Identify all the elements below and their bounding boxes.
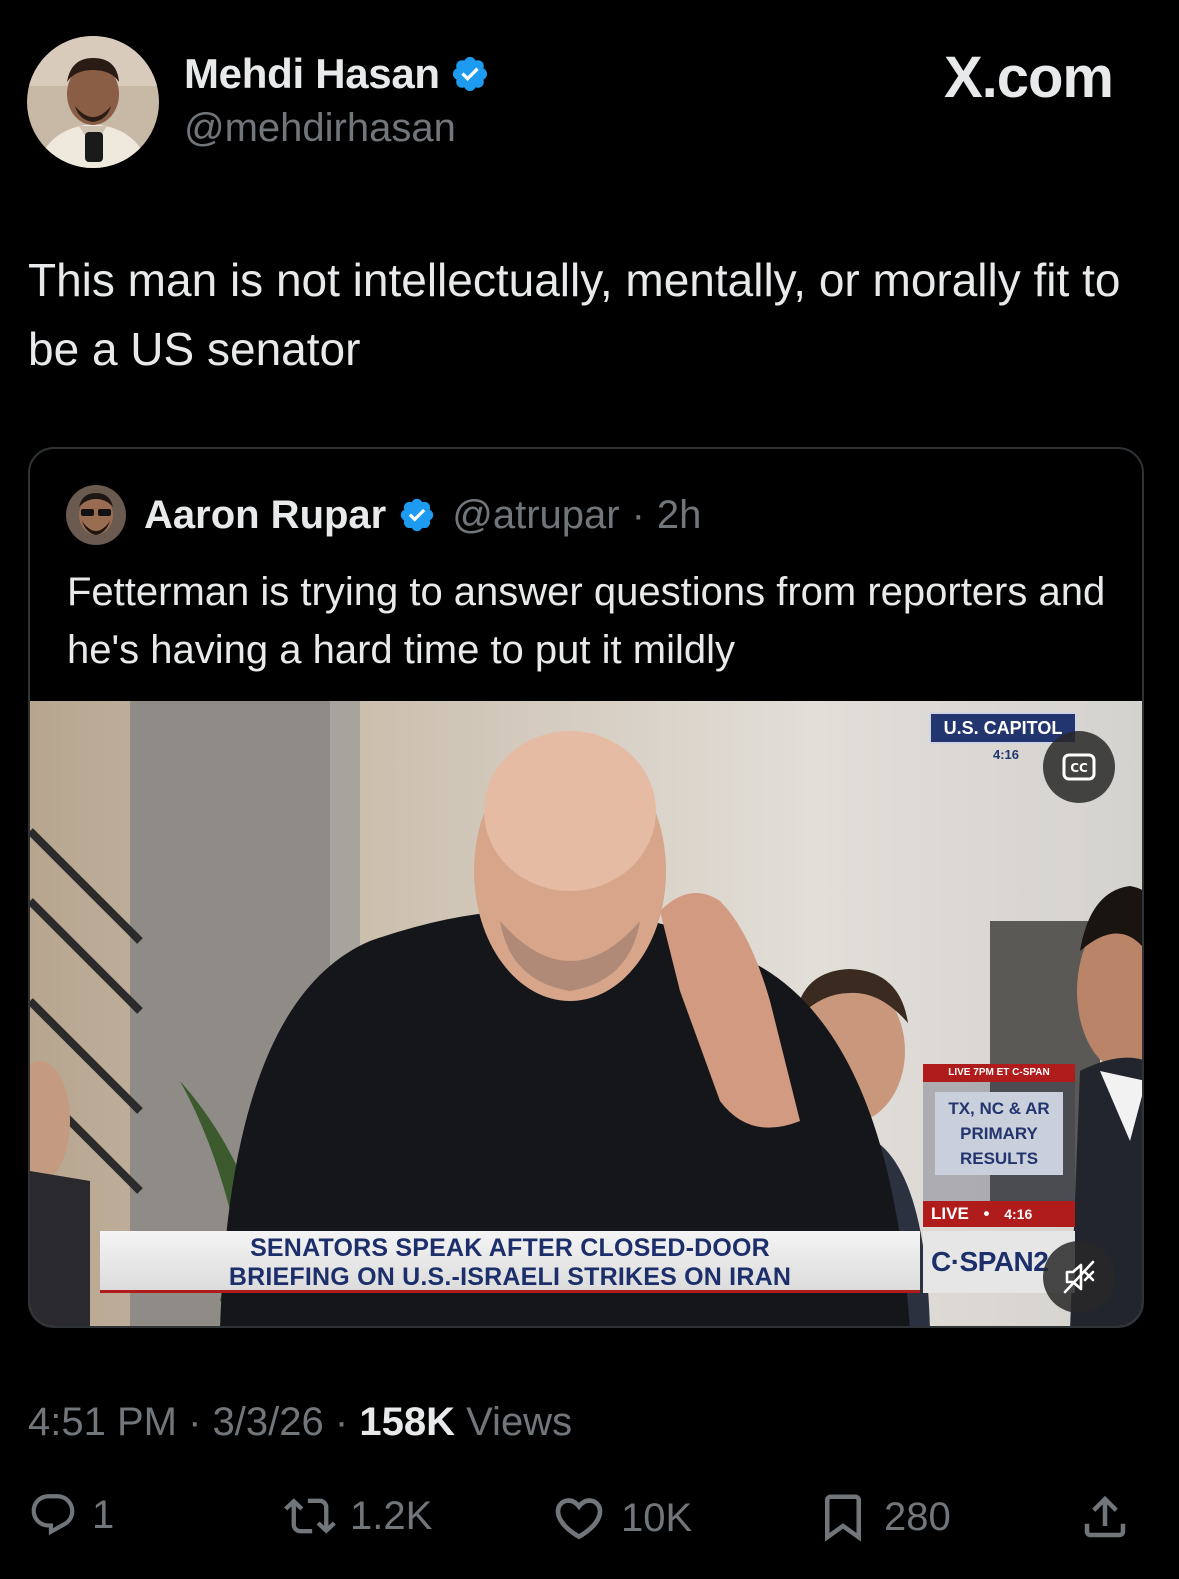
quoted-post-age[interactable]: 2h (657, 493, 702, 538)
promo-tag: LIVE 7PM ET C-SPAN (923, 1064, 1075, 1082)
repost-button[interactable]: 1.2K (284, 1490, 432, 1542)
post-date[interactable]: 3/3/26 (213, 1400, 324, 1444)
reply-count: 1 (92, 1492, 115, 1537)
views-count: 158K (359, 1400, 455, 1444)
action-bar: 1 1.2K 10K 280 (0, 1490, 1179, 1560)
verified-badge-icon (401, 498, 434, 532)
reply-button[interactable]: 1 (28, 1490, 114, 1540)
live-promo-box: LIVE 7PM ET C-SPAN TX, NC & AR PRIMARY R… (923, 1064, 1075, 1224)
bookmark-count: 280 (884, 1494, 951, 1539)
verified-badge-icon (452, 56, 487, 92)
promo-line: PRIMARY (960, 1124, 1038, 1143)
video-player[interactable]: U.S. CAPITOL 4:16 CC LIVE 7PM ET C-SPAN … (30, 701, 1142, 1326)
chyron-line: BRIEFING ON U.S.-ISRAELI STRIKES ON IRAN (228, 1263, 792, 1291)
post-page: Mehdi Hasan @mehdirhasan X.com This man … (0, 0, 1179, 1579)
meta-separator: · (631, 492, 645, 537)
like-button[interactable]: 10K (551, 1490, 692, 1546)
promo-line: TX, NC & AR (948, 1099, 1050, 1118)
share-button[interactable] (1078, 1490, 1132, 1544)
author-name[interactable]: Mehdi Hasan (184, 50, 440, 98)
live-dot: • (983, 1204, 990, 1223)
brand-logo: X.com (943, 45, 1114, 110)
quoted-author-name[interactable]: Aaron Rupar (144, 493, 386, 538)
chyron-line: SENATORS SPEAK AFTER CLOSED-DOOR (250, 1234, 770, 1262)
promo-body: TX, NC & AR PRIMARY RESULTS (935, 1092, 1063, 1175)
author-handle[interactable]: @mehdirhasan (184, 106, 490, 151)
post-meta: 4:51 PM · 3/3/26 · 158K Views (28, 1400, 572, 1445)
closed-captions-button[interactable]: CC (1043, 731, 1115, 803)
share-icon (1084, 1495, 1126, 1538)
author-block: Mehdi Hasan @mehdirhasan (184, 50, 490, 151)
meta-separator: · (188, 1400, 202, 1444)
author-avatar[interactable] (27, 36, 159, 168)
meta-separator: · (334, 1400, 349, 1444)
quoted-post-text: Fetterman is trying to answer questions … (67, 570, 1106, 672)
unmute-button[interactable] (1043, 1241, 1115, 1313)
like-count: 10K (621, 1495, 693, 1540)
bookmark-icon (825, 1494, 861, 1542)
bookmark-button[interactable]: 280 (816, 1490, 951, 1544)
svg-text:CC: CC (1070, 761, 1088, 775)
news-chyron: SENATORS SPEAK AFTER CLOSED-DOOR BRIEFIN… (100, 1231, 920, 1293)
live-time: 4:16 (1004, 1206, 1033, 1222)
muted-speaker-icon (1063, 1260, 1095, 1294)
reply-icon (31, 1494, 75, 1536)
post-time[interactable]: 4:51 PM (28, 1400, 177, 1444)
location-time: 4:16 (993, 747, 1020, 762)
promo-line: RESULTS (959, 1149, 1039, 1168)
post-text: This man is not intellectually, mentally… (28, 254, 1121, 375)
live-label: LIVE (931, 1204, 969, 1223)
heart-icon (555, 1498, 603, 1540)
views-label: Views (466, 1400, 573, 1444)
quoted-post-header: Aaron Rupar @atrupar · 2h (66, 485, 701, 545)
repost-count: 1.2K (350, 1493, 433, 1538)
closed-captions-icon: CC (1062, 753, 1096, 781)
quoted-author-handle[interactable]: @atrupar (452, 493, 619, 538)
quoted-post-card[interactable]: Aaron Rupar @atrupar · 2h Fetterman is t… (28, 447, 1144, 1328)
repost-icon (284, 1498, 336, 1534)
live-indicator: LIVE • 4:16 (923, 1201, 1075, 1227)
quoted-author-avatar[interactable] (66, 485, 126, 545)
